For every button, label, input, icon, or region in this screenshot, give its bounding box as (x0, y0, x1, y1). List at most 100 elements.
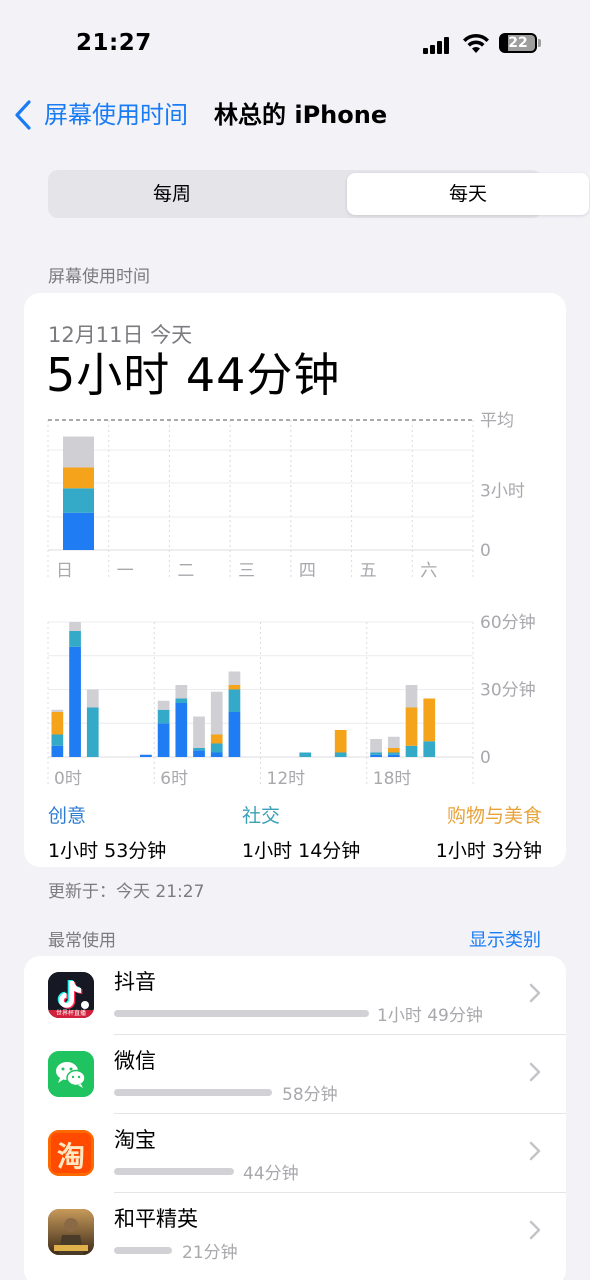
category-name: 购物与美食 (446, 805, 542, 827)
category-name: 社交 (242, 805, 281, 827)
app-name: 淘宝 (114, 1128, 156, 1152)
hourly-bar-segment (69, 631, 81, 647)
status-time: 21:27 (76, 30, 152, 56)
usage-bar (114, 1168, 234, 1175)
page-title: 林总的 iPhone (214, 101, 388, 129)
show-categories-button[interactable]: 显示类别 (469, 926, 541, 952)
app-duration: 44分钟 (243, 1164, 299, 1184)
hourly-bar-segment (51, 734, 64, 746)
x-tick-label: 三 (238, 561, 255, 581)
hourly-bar-segment (86, 689, 99, 708)
hourly-bar-segment (51, 712, 64, 735)
weekly-bar-segment (63, 436, 94, 468)
x-tick-label: 五 (360, 561, 377, 581)
hourly-bar-segment (370, 739, 382, 753)
weekly-bar-segment (63, 488, 94, 513)
hourly-bar-segment (193, 750, 205, 757)
hourly-bar-segment (387, 754, 400, 757)
douyin-icon-caption: 世界杯直播 (55, 1010, 86, 1017)
app-row-douyin[interactable]: 世界杯直播 抖音 1小时 49分钟 (24, 956, 566, 1035)
hourly-bar-segment (405, 707, 418, 746)
hourly-bar-segment (228, 671, 241, 685)
hourly-bar-segment (387, 752, 400, 755)
back-button[interactable]: 屏幕使用时间 (44, 98, 188, 132)
taobao-icon: 淘 (48, 1130, 94, 1176)
app-name: 抖音 (114, 970, 156, 994)
hourly-bar-segment (370, 754, 382, 757)
app-name: 和平精英 (114, 1207, 198, 1231)
hourly-bar-segment (387, 736, 400, 748)
category-duration: 1小时 53分钟 (48, 840, 167, 862)
hourly-bar-segment (334, 730, 347, 753)
x-tick-label: 18时 (373, 769, 412, 789)
y-tick-label: 0 (480, 541, 491, 561)
usage-charts: 平均 3小时 0 日 一 二 三 四 五 六 60分钟 30分钟 0 0时 6时 12时 18时 (47, 411, 536, 789)
hourly-bar-segment (193, 748, 205, 751)
hourly-bar-segment (69, 622, 81, 631)
battery-icon: 22 (499, 33, 537, 53)
hourly-bar-segment (210, 691, 223, 735)
y-tick-label: 3小时 (480, 482, 525, 502)
app-row-peace-elite[interactable]: 和平精英 21分钟 (24, 1193, 566, 1272)
wifi-icon (463, 33, 489, 53)
hourly-bar-segment (157, 723, 170, 757)
battery-level: 22 (508, 35, 528, 51)
screen-time-section-label: 屏幕使用时间 (48, 267, 150, 287)
navigation-bar: 屏幕使用时间 林总的 iPhone (0, 90, 590, 140)
hourly-bar-segment (193, 716, 205, 748)
hourly-bar-segment (423, 698, 436, 742)
x-tick-label: 二 (177, 561, 194, 581)
usage-bar (114, 1247, 172, 1254)
category-social: 社交 1小时 14分钟 (242, 801, 360, 863)
app-duration: 1小时 49分钟 (377, 1006, 483, 1026)
chevron-right-icon (529, 1141, 541, 1161)
hourly-bar-segment (210, 743, 223, 753)
app-row-taobao[interactable]: 淘 淘宝 44分钟 (24, 1114, 566, 1193)
chevron-left-icon[interactable] (12, 98, 34, 132)
category-duration: 1小时 14分钟 (242, 840, 361, 862)
period-segmented-control: 每周 每天 (48, 170, 589, 218)
hourly-bar-segment (387, 748, 400, 753)
y-tick-label: 平均 (480, 411, 514, 431)
category-shopping-food: 购物与美食 1小时 3分钟 (436, 801, 542, 863)
x-tick-label: 12时 (267, 769, 306, 789)
hourly-bar-segment (51, 745, 64, 757)
douyin-icon: 世界杯直播 (48, 972, 94, 1018)
chevron-right-icon (529, 1062, 541, 1082)
y-tick-label: 0 (480, 748, 491, 768)
category-name: 创意 (48, 805, 87, 827)
x-tick-label: 6时 (160, 769, 188, 789)
weekly-bar-segment (63, 512, 94, 550)
hourly-bar-segment (210, 752, 223, 757)
hourly-bar-segment (175, 703, 188, 757)
x-tick-label: 六 (420, 561, 437, 581)
most-used-list: 世界杯直播 抖音 1小时 49分钟 微信 58分钟 淘 淘宝 44分钟 和平精英… (24, 956, 566, 1280)
segment-daily[interactable]: 每天 (347, 173, 589, 215)
app-duration: 58分钟 (282, 1085, 338, 1105)
hourly-bar-segment (228, 689, 241, 712)
taobao-icon-glyph: 淘 (56, 1140, 85, 1173)
chevron-right-icon (529, 983, 541, 1003)
hourly-bar-segment (86, 707, 99, 757)
hourly-bar-segment (157, 700, 170, 710)
hourly-bar-segment (228, 685, 241, 690)
updated-label: 更新于：今天 21:27 (48, 882, 205, 902)
category-duration: 1小时 3分钟 (435, 840, 542, 862)
hourly-bar-segment (334, 752, 347, 757)
chevron-right-icon (529, 1220, 541, 1240)
wechat-icon (48, 1051, 94, 1097)
most-used-label: 最常使用 (48, 931, 116, 951)
x-tick-label: 0时 (54, 769, 82, 789)
app-row-wechat[interactable]: 微信 58分钟 (24, 1035, 566, 1114)
hourly-bar-segment (405, 685, 418, 708)
hourly-bar-segment (423, 741, 436, 757)
hourly-bar-segment (140, 754, 152, 757)
segment-weekly[interactable]: 每周 (51, 173, 293, 215)
hourly-bar-segment (157, 709, 170, 724)
hourly-bar-segment (175, 685, 188, 699)
screen-time-card: 12月11日 今天 5小时 44分钟 平均 3小时 0 日一二三四五六 60分钟 30分钟… (24, 293, 566, 867)
usage-bar (114, 1010, 369, 1017)
hourly-bar-segment (175, 698, 188, 703)
hourly-bar-segment (228, 712, 241, 757)
status-bar: 21:27 22 (0, 0, 590, 80)
